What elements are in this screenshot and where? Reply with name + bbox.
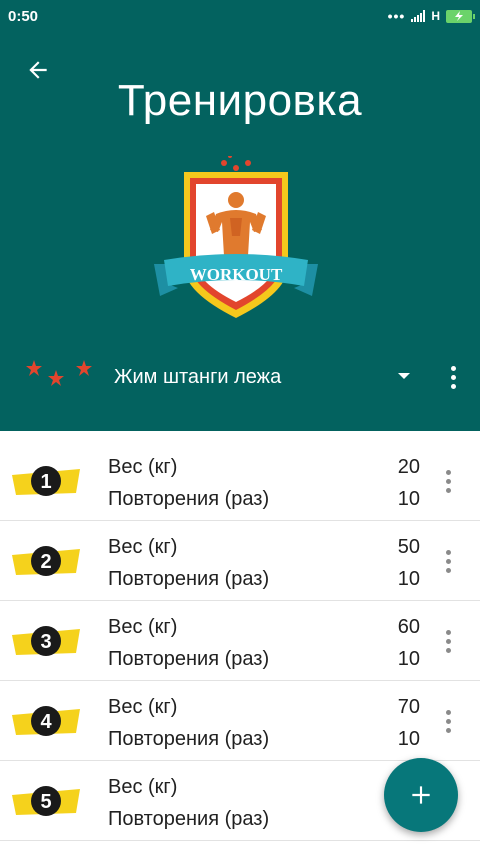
set-row[interactable]: 3 Вес (кг) 60 Повторения (раз) 10 xyxy=(0,601,480,681)
set-number-badge-icon: 1 xyxy=(12,466,80,496)
svg-text:2: 2 xyxy=(40,551,51,573)
status-time: 0:50 xyxy=(8,8,39,25)
svg-text:4: 4 xyxy=(40,711,52,733)
app-header: 0:50 ••• H Тренировка WORKOUT Жим штанги… xyxy=(0,0,480,431)
exercise-name: Жим штанги лежа xyxy=(114,366,282,388)
set-row[interactable]: 1 Вес (кг) 20 Повторения (раз) 10 xyxy=(0,441,480,521)
add-set-button[interactable] xyxy=(384,758,458,832)
exercise-selector[interactable]: Жим штанги лежа xyxy=(0,352,480,402)
reps-label: Повторения (раз) xyxy=(108,728,270,750)
reps-value[interactable]: 10 xyxy=(398,728,420,751)
weight-label: Вес (кг) xyxy=(108,696,178,718)
reps-label: Повторения (раз) xyxy=(108,488,270,510)
set-number-badge-icon: 4 xyxy=(12,706,80,736)
dot-icon xyxy=(450,365,456,371)
dot-icon xyxy=(450,383,456,389)
weight-value[interactable]: 70 xyxy=(398,696,420,719)
dropdown-arrow-icon[interactable] xyxy=(394,366,414,386)
dot-icon xyxy=(450,374,456,380)
reps-label: Повторения (раз) xyxy=(108,808,270,830)
set-row[interactable]: 4 Вес (кг) 70 Повторения (раз) 10 xyxy=(0,681,480,761)
weight-value[interactable]: 60 xyxy=(398,616,420,639)
weight-label: Вес (кг) xyxy=(108,776,178,798)
weight-value[interactable]: 20 xyxy=(398,456,420,479)
status-icons: ••• H xyxy=(387,8,475,24)
plus-icon xyxy=(412,786,430,804)
weight-label: Вес (кг) xyxy=(108,536,178,558)
reps-value[interactable]: 10 xyxy=(398,568,420,591)
weight-label: Вес (кг) xyxy=(108,456,178,478)
logo-text: WORKOUT xyxy=(190,265,283,284)
svg-text:5: 5 xyxy=(40,791,51,813)
weight-label: Вес (кг) xyxy=(108,616,178,638)
set-number-badge-icon: 5 xyxy=(12,786,80,816)
svg-text:3: 3 xyxy=(40,631,51,653)
svg-text:1: 1 xyxy=(40,471,51,493)
stars-icon xyxy=(26,360,92,386)
weight-value[interactable]: 50 xyxy=(398,536,420,559)
set-menu-button[interactable] xyxy=(436,623,460,659)
set-number-badge-icon: 3 xyxy=(12,626,80,656)
reps-value[interactable]: 10 xyxy=(398,648,420,671)
set-menu-button[interactable] xyxy=(436,703,460,739)
reps-label: Повторения (раз) xyxy=(108,648,270,670)
set-menu-button[interactable] xyxy=(436,543,460,579)
set-row[interactable]: 2 Вес (кг) 50 Повторения (раз) 10 xyxy=(0,521,480,601)
page-title: Тренировка xyxy=(117,76,363,125)
set-number-badge-icon: 2 xyxy=(12,546,80,576)
battery-charging-icon xyxy=(446,9,475,23)
reps-value[interactable]: 10 xyxy=(398,488,420,511)
status-bar: 0:50 ••• H xyxy=(0,0,480,32)
exercise-menu-button[interactable] xyxy=(440,360,466,394)
workout-logo: WORKOUT xyxy=(154,156,318,318)
set-menu-button[interactable] xyxy=(436,463,460,499)
network-type: H xyxy=(431,9,440,23)
reps-label: Повторения (раз) xyxy=(108,568,270,590)
more-dots-icon: ••• xyxy=(387,8,406,24)
signal-icon xyxy=(411,10,426,22)
